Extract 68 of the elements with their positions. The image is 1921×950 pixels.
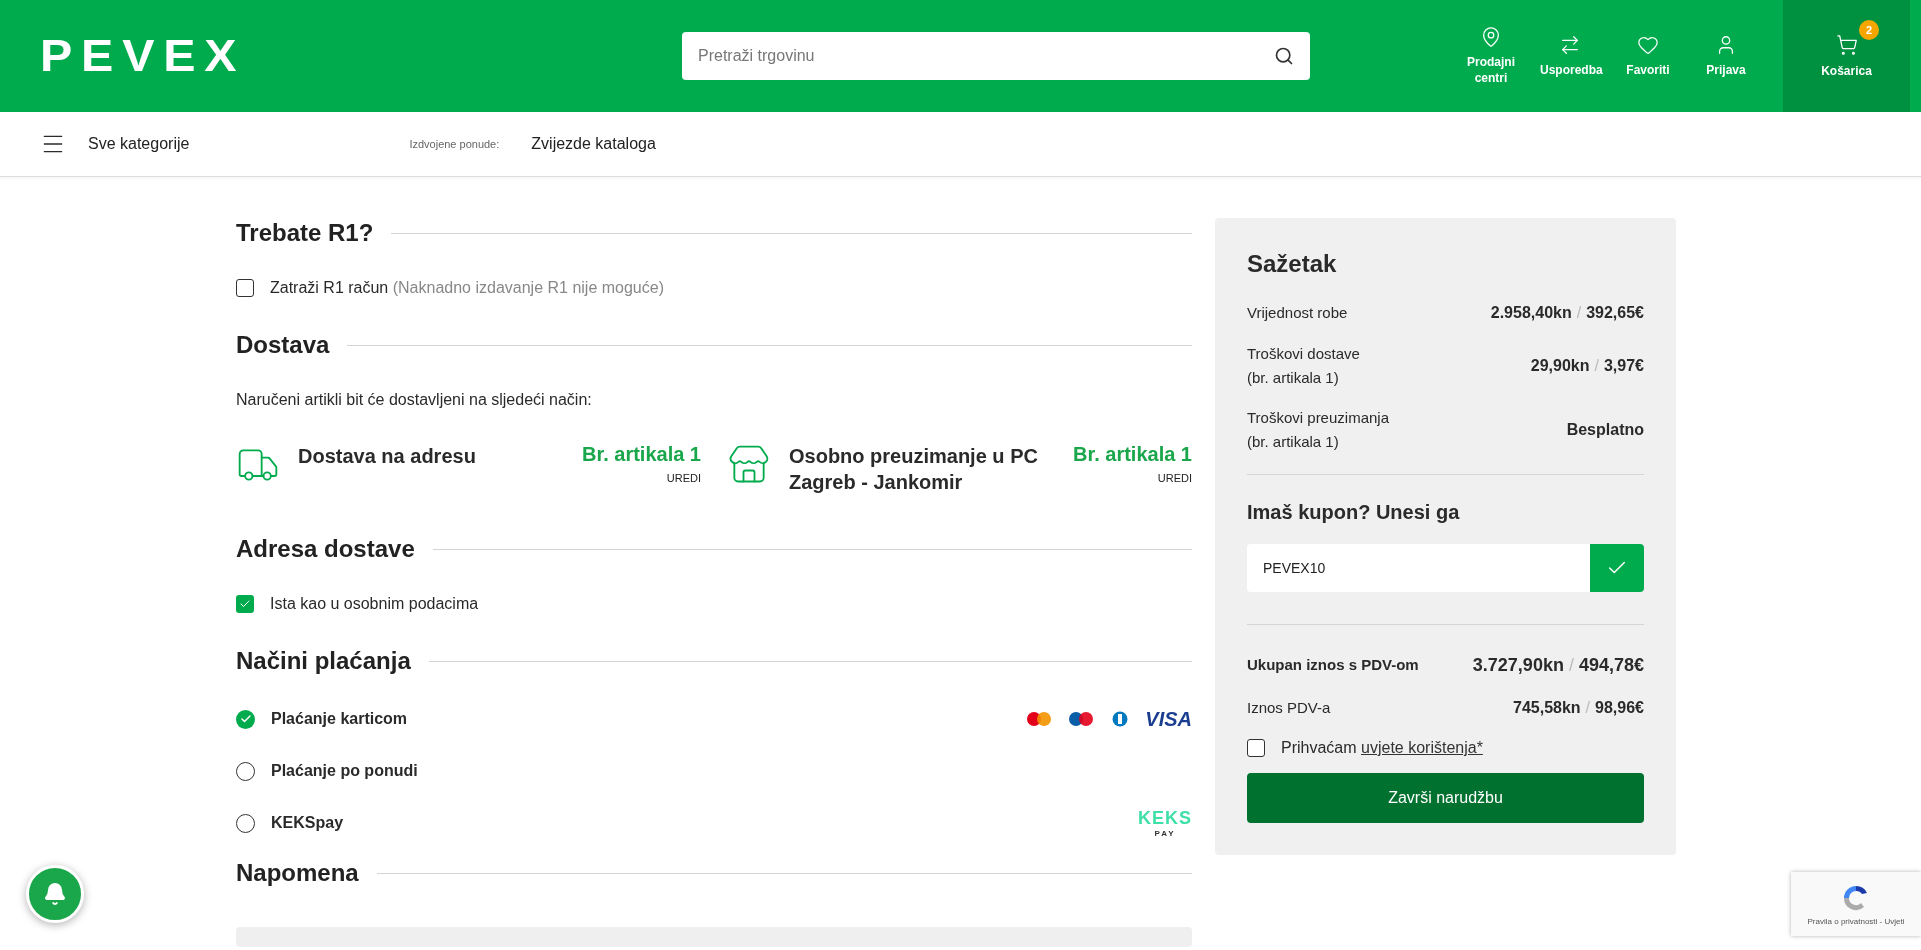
delivery-option-name: Dostava na adresu [298, 444, 477, 469]
summary-label: Vrijednost robe [1247, 302, 1348, 323]
price-separator: / [1594, 355, 1599, 376]
apply-coupon-button[interactable] [1590, 543, 1644, 592]
keks-logo: KEKS PAY [1138, 808, 1192, 838]
checkbox[interactable] [236, 279, 254, 297]
delivery-option-name: Osobno preuzimanje u PC Zagreb - Jankomir [789, 444, 1039, 495]
coupon-title: Imaš kupon? Unesi ga [1247, 500, 1461, 524]
price-eur: 98,96€ [1595, 698, 1644, 719]
card-logo: VISA [1145, 707, 1192, 731]
check-icon [239, 713, 252, 725]
price-eur: 3,97€ [1603, 355, 1644, 376]
price-kn: 2.958,40kn [1490, 303, 1572, 323]
delivery-intro: Naručeni artikli bit će dostavljeni na sljedeći način: [236, 391, 593, 409]
total-label: Ukupan iznos s PDV-om [1247, 655, 1419, 675]
summary-label: Troškovi preuzimanja (br. artikala 1) [1247, 407, 1389, 452]
price-value: Besplatno [1566, 419, 1644, 440]
terms-label: Prihvaćam uvjete korištenja* [1281, 739, 1483, 757]
item-count: Br. artikala 1 [582, 443, 701, 466]
coupon-field[interactable]: PEVEX10 [1247, 543, 1590, 592]
price-eur: 392,65€ [1586, 303, 1644, 323]
terms-link[interactable]: uvjete korištenja* [1361, 739, 1483, 756]
section-heading: Napomena [236, 859, 359, 887]
edit-link[interactable]: UREDI [666, 472, 701, 484]
featured-link[interactable]: Zvijezde kataloga [531, 135, 656, 153]
section-heading: Načini plaćanja [236, 647, 411, 675]
cart-button[interactable]: Košarica 2 [1783, 0, 1910, 112]
map-pin-icon [1480, 25, 1502, 48]
item-count: Br. artikala 1 [1073, 443, 1192, 466]
checkbox-label: Zatraži R1 račun (Naknadno izdavanje R1 nije moguće) [270, 279, 664, 297]
section-heading: Adresa dostave [236, 535, 415, 563]
section-heading: Trebate R1? [236, 219, 374, 247]
search-field[interactable]: Pretraži trgovinu [682, 32, 1310, 80]
submit-order-button[interactable]: Završi narudžbu [1247, 773, 1644, 823]
summary-label: Troškovi dostave (br. artikala 1) [1247, 343, 1360, 388]
radio-button[interactable] [236, 709, 255, 729]
payment-method-label[interactable]: Plaćanje karticom [271, 710, 408, 728]
price-kn: 745,58kn [1513, 698, 1581, 719]
check-icon [239, 598, 251, 610]
total-label: Iznos PDV-a [1247, 698, 1331, 719]
checkbox[interactable] [236, 595, 254, 613]
checkbox[interactable] [1247, 739, 1265, 757]
price-separator: / [1585, 698, 1591, 719]
bell-icon [43, 882, 67, 906]
payment-method-label[interactable]: Plaćanje po ponudi [271, 762, 418, 780]
notification-button[interactable] [26, 865, 84, 923]
search-icon[interactable] [1274, 46, 1294, 66]
summary-title: Sažetak [1247, 250, 1338, 278]
price-separator: / [1576, 303, 1582, 323]
section-heading: Dostava [236, 331, 330, 359]
featured-label: Izdvojene ponude: [409, 138, 500, 150]
payment-method-label[interactable]: KEKSpay [271, 814, 344, 832]
recaptcha-text[interactable]: Pravila o privatnosti - Uvjeti [1807, 917, 1905, 926]
radio-button[interactable] [236, 813, 255, 833]
price-eur: 494,78€ [1578, 653, 1644, 677]
checkbox-label: Ista kao u osobnim podacima [270, 595, 479, 613]
price-separator: / [1568, 653, 1574, 677]
cart-count-badge: 2 [1859, 20, 1879, 40]
price-kn: 29,90kn [1530, 355, 1590, 376]
cart-icon [1835, 34, 1858, 56]
radio-button[interactable] [236, 761, 255, 781]
categories-label[interactable]: Sve kategorije [88, 135, 190, 153]
edit-link[interactable]: UREDI [1157, 472, 1192, 484]
card-logo-icon [1067, 711, 1096, 727]
card-logo-icon [1025, 711, 1054, 727]
arrows-icon [1559, 33, 1581, 56]
price-kn: 3.727,90kn [1472, 653, 1564, 677]
recaptcha-badge[interactable]: Pravila o privatnosti - Uvjeti [1791, 872, 1921, 936]
